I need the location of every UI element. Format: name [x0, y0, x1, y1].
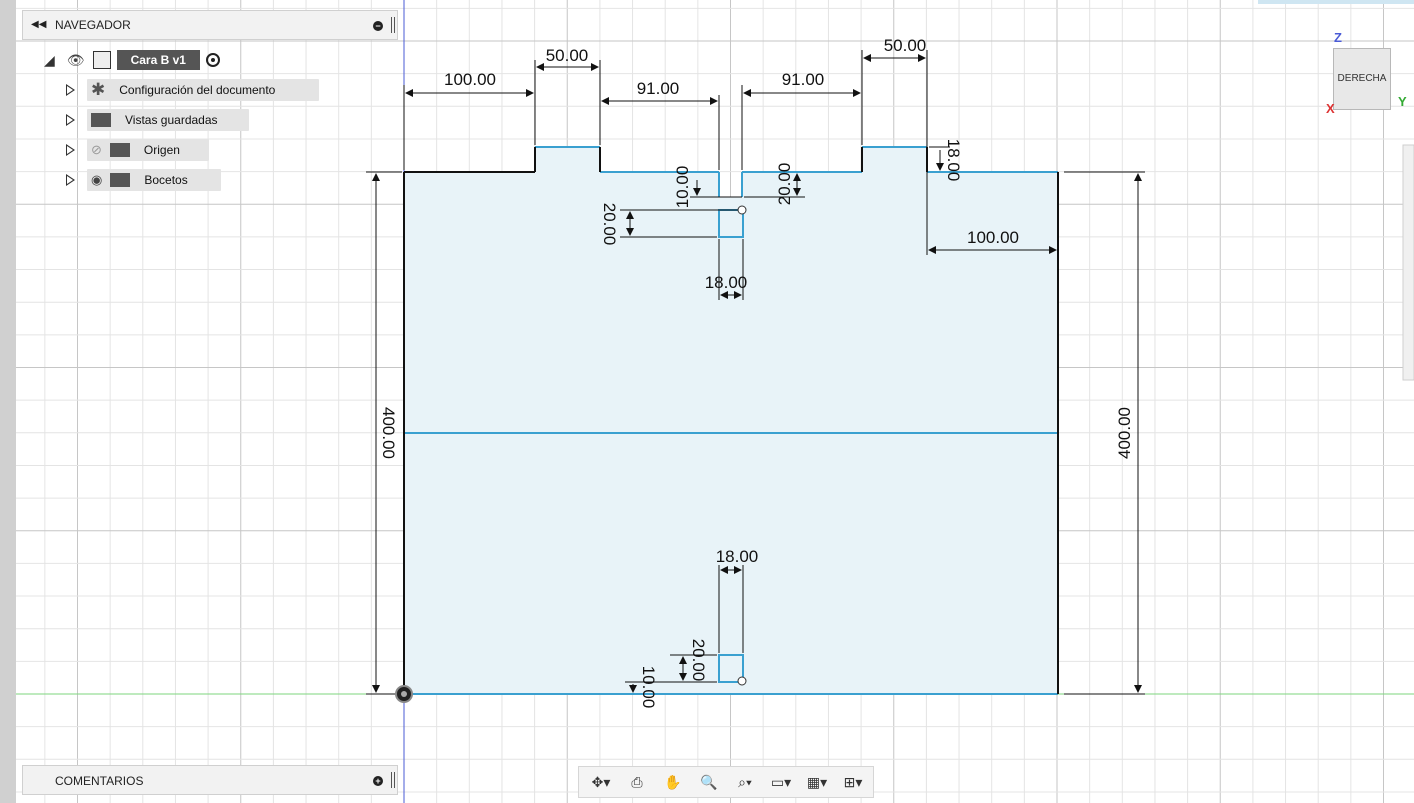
activate-radio-icon[interactable]	[205, 53, 220, 67]
tree-item-saved-views[interactable]: Vistas guardadas	[66, 108, 249, 132]
eye-icon[interactable]: 👁	[67, 52, 85, 69]
axis-y-label: Y	[1398, 94, 1407, 109]
comments-panel[interactable]: COMENTARIOS +	[22, 765, 398, 795]
dim-bottom-10[interactable]: 10.00	[639, 666, 658, 709]
collapsed-triangle-icon[interactable]	[66, 174, 75, 186]
collapsed-triangle-icon[interactable]	[66, 144, 75, 156]
component-icon	[92, 51, 111, 69]
tree-item-origin[interactable]: ⊘ Origen	[66, 138, 209, 162]
dim-top-right-91[interactable]: 91.00	[782, 70, 825, 89]
zoom-icon[interactable]: 🔍	[691, 768, 727, 796]
tree-item-document-settings[interactable]: ✱ Configuración del documento	[66, 78, 319, 102]
top-highlight-strip	[1258, 0, 1414, 4]
dim-left-400[interactable]: 400.00	[379, 407, 398, 459]
panel-minus-icon[interactable]: −	[373, 21, 383, 31]
sketch-point	[737, 676, 747, 686]
folder-icon	[109, 143, 130, 157]
folder-icon	[110, 173, 131, 187]
eye-hidden-icon[interactable]: ⊘	[91, 142, 102, 158]
dim-mid-20-right[interactable]: 20.00	[775, 163, 794, 206]
grid-settings-icon[interactable]: ▦▾	[799, 768, 835, 796]
collapsed-triangle-icon[interactable]	[66, 84, 75, 96]
dim-top-left-50[interactable]: 50.00	[546, 46, 589, 65]
dim-mid-20-left[interactable]: 20.00	[600, 203, 619, 246]
comments-title: COMENTARIOS	[55, 774, 144, 788]
collapse-panel-icon[interactable]: ◀◀	[31, 19, 46, 30]
dim-top-left-91[interactable]: 91.00	[637, 79, 680, 98]
expanded-triangle-icon[interactable]: ◢	[44, 52, 55, 69]
panel-pin-icon[interactable]	[391, 772, 395, 788]
viewports-icon[interactable]: ⊞▾	[835, 768, 871, 796]
pan-icon[interactable]: ✋	[655, 768, 691, 796]
tree-item-label: Origen	[143, 143, 180, 157]
dim-mid-10[interactable]: 10.00	[673, 166, 692, 209]
axis-z-label: Z	[1334, 30, 1342, 45]
eye-icon[interactable]: ◉	[91, 172, 102, 188]
tree-item-label: Configuración del documento	[119, 83, 276, 97]
fit-icon[interactable]: ⌕▾	[727, 768, 763, 796]
collapsed-triangle-icon[interactable]	[66, 114, 75, 126]
tree-item-label: Vistas guardadas	[125, 113, 218, 127]
left-window-edge	[0, 0, 16, 803]
root-component-label[interactable]: Cara B v1	[116, 50, 200, 70]
dim-right-400[interactable]: 400.00	[1115, 407, 1134, 459]
view-cube-face-label[interactable]: DERECHA	[1338, 73, 1387, 84]
orbit-icon[interactable]: ✥▾	[583, 768, 619, 796]
look-at-icon[interactable]: ⎙	[619, 768, 655, 796]
dim-bottom-18[interactable]: 18.00	[716, 547, 759, 566]
panel-plus-icon[interactable]: +	[373, 776, 383, 786]
dim-right-18[interactable]: 18.00	[944, 139, 963, 182]
dim-mid-18[interactable]: 18.00	[705, 273, 748, 292]
dim-right-100[interactable]: 100.00	[967, 228, 1019, 247]
navigation-toolbar: ✥▾ ⎙ ✋ 🔍 ⌕▾ ▭▾ ▦▾ ⊞▾	[578, 766, 874, 798]
tree-root[interactable]: ◢ 👁 Cara B v1	[44, 48, 220, 72]
navigator-panel: ◀◀ NAVEGADOR −	[22, 10, 398, 40]
dim-top-right-50[interactable]: 50.00	[884, 36, 927, 55]
origin-point-center	[401, 691, 407, 697]
panel-pin-icon[interactable]	[391, 17, 395, 33]
display-settings-icon[interactable]: ▭▾	[763, 768, 799, 796]
tree-item-sketches[interactable]: ◉ Bocetos	[66, 168, 221, 192]
sketch-profile	[404, 147, 1058, 694]
sketch-palette-collapsed	[1402, 144, 1414, 381]
view-cube[interactable]: DERECHA	[1333, 48, 1391, 110]
folder-icon	[91, 113, 111, 127]
dim-bottom-20[interactable]: 20.00	[689, 639, 708, 682]
sketch-point	[737, 205, 747, 215]
axis-x-label: X	[1326, 101, 1335, 116]
dim-top-left-100[interactable]: 100.00	[444, 70, 496, 89]
gear-icon: ✱	[91, 80, 106, 99]
tree-item-label: Bocetos	[144, 173, 188, 187]
navigator-title: NAVEGADOR	[55, 18, 131, 32]
